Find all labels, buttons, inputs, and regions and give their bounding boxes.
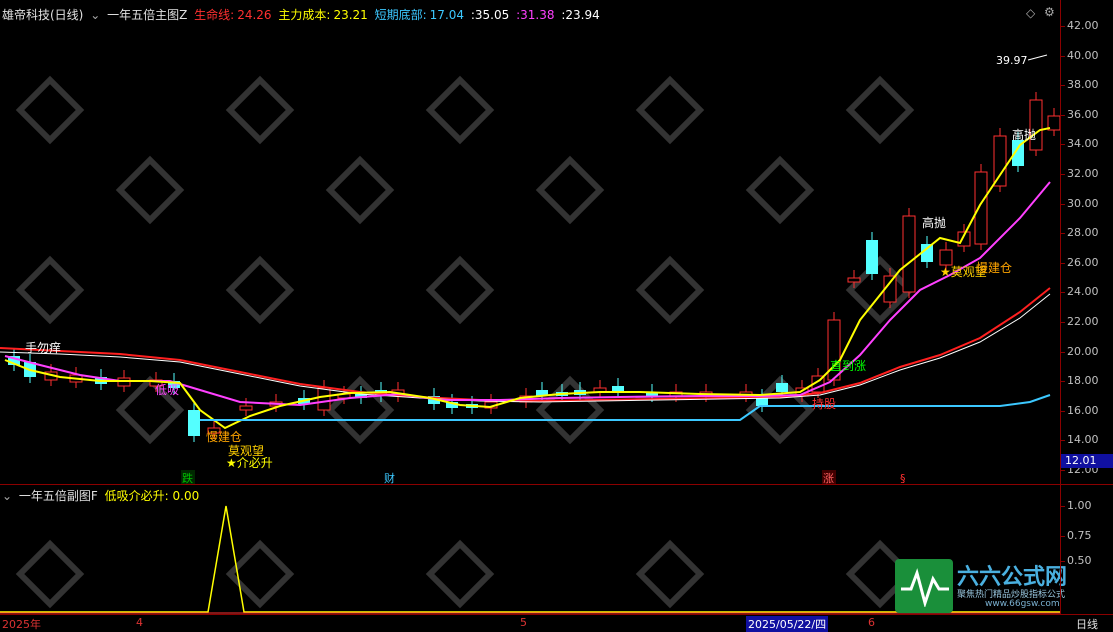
- sub-chart-panel[interactable]: ⌄ 一年五倍副图F 低吸介必升: 0.00 六六公式网 聚焦热门精品炒股指标公式…: [0, 484, 1067, 614]
- candle-body: [1029, 99, 1043, 151]
- price-axis-tick: 26.00: [1061, 255, 1099, 269]
- sub-axis: 1.00 0.75 0.50: [1060, 484, 1113, 614]
- signal-label: 手勿痒: [25, 340, 61, 355]
- current-price-badge: 12.01: [1061, 454, 1113, 468]
- signal-label: ★介必升: [226, 456, 273, 470]
- watermark-tile: [635, 75, 705, 145]
- crosshair-date: 2025/05/22/四: [746, 616, 829, 632]
- watermark-tile: [635, 539, 705, 609]
- watermark-tile: [115, 155, 185, 225]
- logo-url: www.66gsw.com: [985, 599, 1060, 609]
- watermark-tile: [535, 375, 605, 445]
- signal-label: 高抛: [1012, 127, 1036, 142]
- sub-axis-tick: 0.75: [1061, 529, 1092, 542]
- candle-body: [847, 277, 861, 283]
- watermark-tile: [15, 255, 85, 325]
- signal-label: 直到涨: [830, 358, 866, 373]
- price-axis-tick: 20.00: [1061, 344, 1099, 358]
- sub-axis-tick: 1.00: [1061, 499, 1092, 512]
- candle-body: [317, 387, 331, 411]
- signal-label: 持股: [812, 396, 836, 411]
- period-label[interactable]: 日线: [1076, 616, 1098, 632]
- watermark-tile: [425, 255, 495, 325]
- marker-label: §: [900, 472, 906, 484]
- watermark-tile: [225, 255, 295, 325]
- price-axis-tick: 18.00: [1061, 374, 1099, 388]
- date-label: 4: [136, 616, 143, 629]
- watermark-tile: [425, 539, 495, 609]
- candle-body: [939, 249, 953, 266]
- signal-label: 慢建仓: [976, 261, 1012, 275]
- signal-label: 低吸: [155, 383, 179, 397]
- price-axis-tick: 22.00: [1061, 315, 1099, 328]
- marker-label: 跌: [182, 471, 193, 484]
- candle-body: [993, 135, 1007, 187]
- price-axis: 42.00 40.00 38.00 36.00 34.00 32.00 30.00 28.00…: [1060, 0, 1113, 484]
- site-watermark-logo: 六六公式网 聚焦热门精品炒股指标公式 www.66gsw.com: [895, 559, 1067, 613]
- date-label: 2025年: [2, 618, 41, 631]
- max-price-label: 39.97: [996, 54, 1028, 67]
- marker-label: 涨: [823, 472, 834, 484]
- price-axis-tick: 34.00: [1061, 137, 1099, 151]
- price-axis-tick: 36.00: [1061, 107, 1099, 121]
- watermark-tile: [535, 155, 605, 225]
- price-axis-tick: 42.00: [1061, 19, 1099, 32]
- price-axis-tick: 28.00: [1061, 226, 1099, 240]
- date-label: 6: [868, 616, 875, 629]
- main-chart-panel[interactable]: 雄帝科技(日线) ⌄ 一年五倍主图Z 生命线: 24.26 主力成本: 23.21 …: [0, 0, 1060, 484]
- price-axis-tick: 32.00: [1061, 167, 1099, 180]
- watermark-tile: [425, 75, 495, 145]
- watermark-tile: [225, 539, 295, 609]
- price-axis-tick: 14.00: [1061, 433, 1099, 447]
- watermark-tile: [225, 75, 295, 145]
- watermark-tile: [325, 155, 395, 225]
- price-axis-tick: 40.00: [1061, 48, 1099, 62]
- max-price-arrow: [1027, 54, 1048, 61]
- date-axis: 2025年 4 5 2025/05/22/四 6 日线: [0, 614, 1113, 632]
- candle-body: [239, 405, 253, 411]
- sub-axis-tick: 0.50: [1061, 554, 1092, 567]
- watermark-tile: [15, 539, 85, 609]
- signal-label: 高抛: [922, 215, 946, 230]
- candle-body: [866, 240, 878, 274]
- price-axis-tick: 30.00: [1061, 196, 1099, 210]
- candle-body: [188, 410, 200, 436]
- watermark-layer: [15, 539, 915, 609]
- candle-body: [974, 171, 988, 245]
- marker-labels: 跌 财 涨 §: [181, 470, 906, 484]
- watermark-tile: [845, 75, 915, 145]
- watermark-tile: [745, 155, 815, 225]
- price-axis-tick: 24.00: [1061, 285, 1099, 299]
- watermark-tile: [15, 75, 85, 145]
- date-label: 5: [520, 616, 527, 629]
- candle-body: [902, 215, 916, 293]
- watermark-tile: [635, 255, 705, 325]
- price-axis-tick: 16.00: [1061, 403, 1099, 417]
- marker-label: 财: [384, 471, 395, 484]
- price-axis-tick: 38.00: [1061, 78, 1099, 92]
- main-chart-svg[interactable]: 手勿痒 低吸 慢建仓 莫观望 ★介必升 直到涨 持股 高抛 ★莫观望 慢建仓 高…: [0, 0, 1060, 484]
- candle-body: [776, 383, 788, 392]
- signal-label: 慢建仓: [206, 430, 242, 444]
